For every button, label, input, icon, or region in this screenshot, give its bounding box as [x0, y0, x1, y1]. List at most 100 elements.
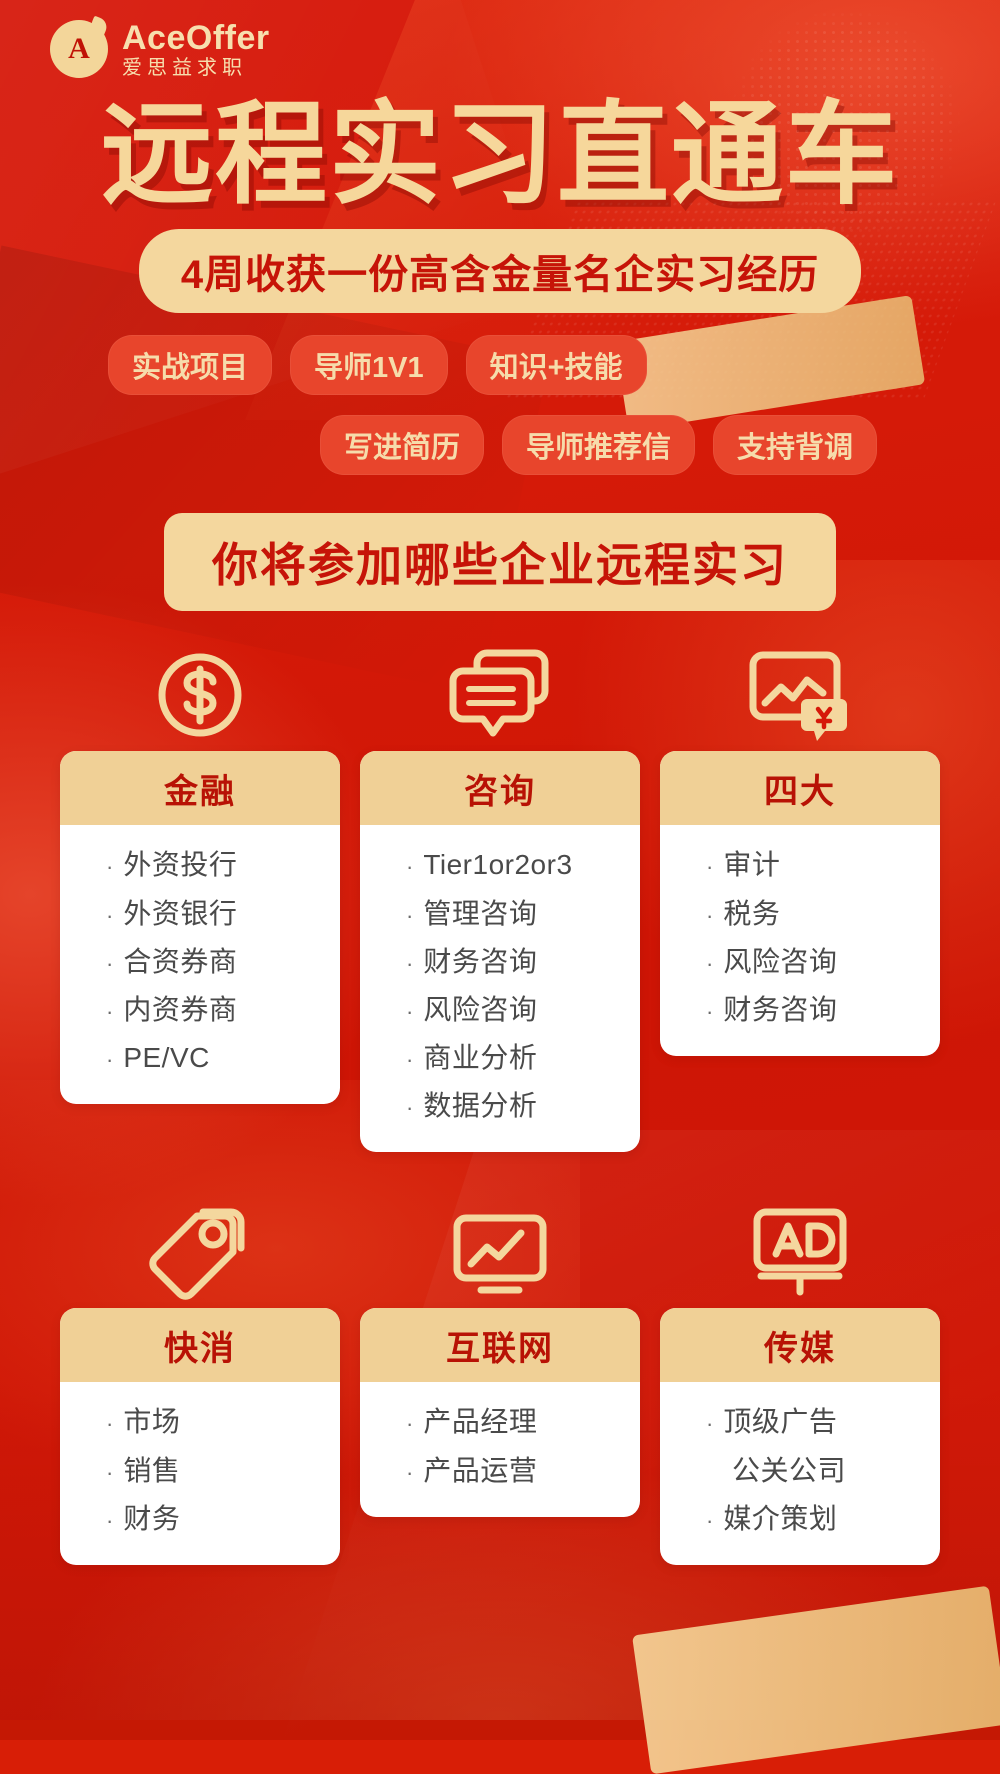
list-item: · 审计: [706, 841, 940, 889]
bullet-icon: ·: [706, 1507, 714, 1533]
ad-board-icon: [660, 1200, 940, 1308]
list-item: · 风险咨询: [406, 986, 640, 1034]
list-item-label: 外资银行: [123, 897, 238, 929]
bullet-icon: ·: [406, 950, 414, 976]
list-item: · 税务: [706, 890, 940, 938]
list-item: · 数据分析: [406, 1082, 640, 1130]
card-header: 四大: [660, 751, 940, 826]
list-item: · 管理咨询: [406, 890, 640, 938]
list-item: · 销售: [106, 1447, 340, 1495]
card-grid-row-1: 金融 · 外资投行 · 外资银行 · 合资券商 · 内资券商 · PE/VC 咨询 · Tier1or2…: [0, 643, 1000, 1153]
category-card-咨询: 咨询 · Tier1or2or3 · 管理咨询 · 财务咨询 · 风险咨询 · 商业分析 · 数据分析: [360, 643, 640, 1153]
list-item: · 顶级广告: [706, 1398, 940, 1446]
list-item: · 产品经理: [406, 1398, 640, 1446]
card-header: 传媒: [660, 1308, 940, 1383]
price-tag-icon: [60, 1200, 340, 1308]
list-item: · 财务咨询: [706, 986, 940, 1034]
bullet-icon: ·: [106, 1411, 114, 1437]
card: 咨询 · Tier1or2or3 · 管理咨询 · 财务咨询 · 风险咨询 · 商业分析 · 数据分析: [360, 751, 640, 1153]
list-item-label: 风险咨询: [423, 993, 538, 1025]
list-item-label: 管理咨询: [423, 897, 538, 929]
list-item-label: 数据分析: [423, 1090, 538, 1122]
card-header: 金融: [60, 751, 340, 826]
list-item-label: 产品经理: [423, 1406, 538, 1438]
card-item-list: · 市场 · 销售 · 财务: [60, 1382, 340, 1564]
list-item-label: PE/VC: [123, 1042, 210, 1074]
bullet-icon: ·: [406, 1095, 414, 1121]
list-item-label: 财务: [123, 1502, 181, 1534]
bullet-icon: ·: [706, 1411, 714, 1437]
feature-tag: 实战项目: [108, 335, 273, 396]
list-item: · 外资投行: [106, 841, 340, 889]
list-item-label: 市场: [123, 1406, 181, 1438]
bullet-icon: ·: [406, 1459, 414, 1485]
chart-yen-icon: [660, 643, 940, 751]
list-item: · 媒介策划: [706, 1495, 940, 1543]
card: 四大 · 审计 · 税务 · 风险咨询 · 财务咨询: [660, 751, 940, 1057]
hero-title: 远程实习直通车: [101, 92, 899, 217]
list-item: · 风险咨询: [706, 938, 940, 986]
brand-name-cn: 爱思益求职: [122, 56, 247, 79]
category-card-快消: 快消 · 市场 · 销售 · 财务: [60, 1200, 340, 1565]
category-card-金融: 金融 · 外资投行 · 外资银行 · 合资券商 · 内资券商 · PE/VC: [60, 643, 340, 1152]
bullet-icon: ·: [406, 902, 414, 928]
bullet-icon: ·: [106, 854, 114, 880]
bullet-icon: ·: [706, 854, 714, 880]
bullet-icon: ·: [106, 1507, 114, 1533]
card-header: 互联网: [360, 1308, 640, 1383]
logo-mark-icon: A: [50, 20, 108, 78]
chat-bubble-icon: [360, 643, 640, 751]
bullet-icon: ·: [406, 998, 414, 1024]
feature-tag: 写进简历: [320, 415, 485, 476]
feature-tag-row-2: 写进简历 导师推荐信 支持背调: [0, 415, 1000, 476]
list-item-label: 销售: [123, 1454, 181, 1486]
list-item: · Tier1or2or3: [406, 841, 640, 889]
list-item: · 内资券商: [106, 986, 340, 1034]
list-item-label: 媒介策划: [723, 1502, 838, 1534]
list-item-label: 外资投行: [123, 849, 238, 881]
list-item-label: 风险咨询: [723, 945, 838, 977]
category-card-四大: 四大 · 审计 · 税务 · 风险咨询 · 财务咨询: [660, 643, 940, 1152]
brand-name-en: AceOffer: [122, 18, 270, 57]
card-item-list: · 审计 · 税务 · 风险咨询 · 财务咨询: [660, 825, 940, 1056]
list-item: · 合资券商: [106, 938, 340, 986]
list-item: · 产品运营: [406, 1447, 640, 1495]
card-title: 传媒: [764, 1330, 836, 1369]
card-item-list: · 顶级广告公关公司 · 媒介策划: [660, 1382, 940, 1564]
bullet-icon: ·: [706, 902, 714, 928]
feature-tag: 支持背调: [713, 415, 878, 476]
bullet-icon: ·: [406, 1411, 414, 1437]
card-item-list: · 产品经理 · 产品运营: [360, 1382, 640, 1516]
list-item-label: 公关公司: [732, 1454, 847, 1486]
card-header: 快消: [60, 1308, 340, 1383]
bullet-icon: ·: [106, 1459, 114, 1485]
list-item-label: 税务: [723, 897, 781, 929]
list-item: · 市场: [106, 1398, 340, 1446]
list-item-label: 合资券商: [123, 945, 238, 977]
feature-tag: 导师推荐信: [502, 415, 696, 476]
category-card-传媒: 传媒 · 顶级广告公关公司 · 媒介策划: [660, 1200, 940, 1565]
hero-subtitle-pill: 4周收获一份高含金量名企实习经历: [138, 229, 862, 314]
bullet-icon: ·: [706, 998, 714, 1024]
card-title: 快消: [164, 1330, 236, 1369]
list-item-label: 财务咨询: [423, 945, 538, 977]
list-item-label: 财务咨询: [723, 993, 838, 1025]
feature-tag: 导师1V1: [290, 335, 448, 396]
card-header: 咨询: [360, 751, 640, 826]
list-item-label: 内资券商: [123, 993, 238, 1025]
bullet-icon: ·: [106, 950, 114, 976]
list-item: · 财务: [106, 1495, 340, 1543]
bullet-icon: ·: [406, 1047, 414, 1073]
card-item-list: · 外资投行 · 外资银行 · 合资券商 · 内资券商 · PE/VC: [60, 825, 340, 1104]
feature-tag: 知识+技能: [465, 335, 647, 396]
dollar-coin-icon: [60, 643, 340, 751]
brand-logo: A AceOffer 爱思益求职: [0, 0, 1000, 78]
bullet-icon: ·: [106, 1047, 114, 1073]
card: 快消 · 市场 · 销售 · 财务: [60, 1308, 340, 1565]
bullet-icon: ·: [106, 902, 114, 928]
bullet-icon: ·: [706, 950, 714, 976]
bullet-icon: ·: [406, 854, 414, 880]
list-item-label: Tier1or2or3: [423, 849, 573, 881]
list-item: 公关公司: [706, 1447, 940, 1495]
section-banner: 你将参加哪些企业远程实习: [164, 513, 836, 612]
